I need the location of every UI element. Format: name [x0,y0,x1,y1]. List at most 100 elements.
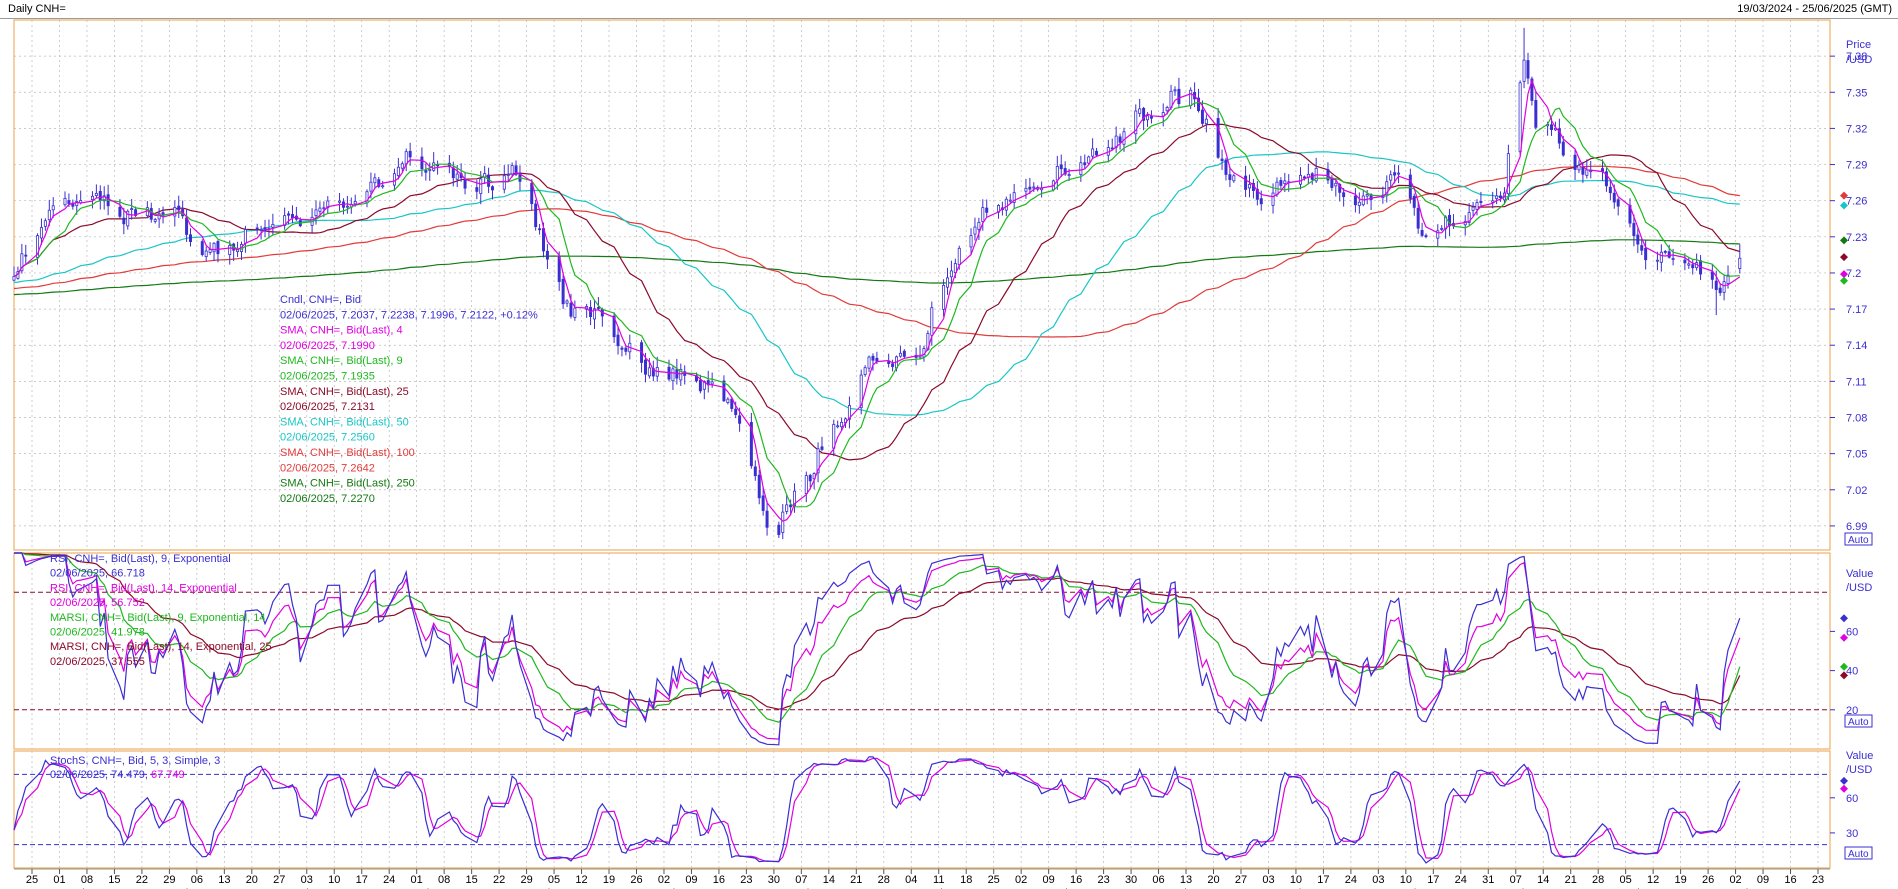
candle [816,442,820,483]
candle [1412,193,1416,216]
day-tick-label: 08 [81,874,93,886]
day-tick-label: 23 [1812,874,1824,886]
candle [620,345,624,357]
day-tick-label: 03 [1372,874,1384,886]
candle [859,369,863,415]
price-tick-label: 7.17 [1846,304,1867,316]
price-legend-line: 02/06/2025, 7.2270 [280,493,375,505]
stoch-axis: 60 30 [1830,793,1858,840]
candle [1534,91,1538,130]
candle [373,173,377,188]
candle [1055,155,1059,190]
price-tick-label: 6.99 [1846,521,1867,533]
candle [867,355,871,373]
stoch-legend-values: 02/06/2025, 74.479, 67.749 [50,769,185,781]
stoch-axis-title: Value [1846,750,1873,762]
candle [1012,184,1016,210]
day-tick-label: 27 [273,874,285,886]
candle [538,223,542,235]
candle [1161,103,1165,127]
day-tick-label: 24 [1345,874,1357,886]
day-tick-label: 29 [163,874,175,886]
candle [847,396,851,429]
candle [1177,77,1181,109]
rsi-legend-line: 02/06/2025, 37.555 [50,656,145,668]
candle [1616,197,1620,216]
rsi-grid [14,553,1830,749]
price-auto-button[interactable]: Auto [1844,532,1873,546]
price-legend-line: Cndl, CNH=, Bid [280,294,361,306]
candle [1091,138,1095,160]
price-legend-line: 02/06/2025, 7.2560 [280,432,375,444]
candle [130,199,134,220]
day-tick-label: 17 [356,874,368,886]
day-tick-label: 16 [1070,874,1082,886]
candle [408,142,412,166]
candle [326,196,330,214]
candle [463,171,467,195]
day-tick-label: 09 [685,874,697,886]
stoch-k [13,756,1741,864]
stoch-auto-button[interactable]: Auto [1844,846,1873,860]
day-tick-label: 05 [1620,874,1632,886]
day-tick-label: 04 [905,874,917,886]
candle [1695,253,1699,271]
day-tick-label: 06 [191,874,203,886]
price-axis: 7.387.357.327.297.267.237.27.177.147.117… [1830,51,1867,533]
candle [63,191,67,207]
rsi-panel-frame [13,552,1831,750]
candle [1220,149,1224,170]
stoch-last-value-markers [1840,776,1848,793]
candle [377,176,381,189]
candle [102,186,106,210]
candle [1310,172,1314,185]
candle [51,197,55,218]
day-tick-label: 25 [988,874,1000,886]
sma-last-marker [1840,253,1848,262]
candle [706,370,710,393]
candle [942,279,946,317]
candle [1224,157,1228,181]
day-tick-label: 30 [1125,874,1137,886]
candle [12,266,16,282]
stoch-legend: StochS, CNH=, Bid, 5, 3, Simple, 3 02/06… [50,755,220,781]
sma-4 [13,78,1741,522]
chart-window: Daily CNH= 19/03/2024 - 25/06/2025 (GMT)… [0,0,1898,889]
candle [1628,198,1632,228]
day-tick-label: 21 [1565,874,1577,886]
day-tick-label: 14 [1537,874,1549,886]
candle [212,242,216,262]
sma-250 [13,239,1740,296]
candle [891,359,895,372]
sma-25-line [13,123,1740,461]
price-legend-line: 02/06/2025, 7.1935 [280,371,375,383]
price-legend-line: 02/06/2025, 7.2037, 7.2238, 7.1996, 7.21… [280,309,538,321]
candle [424,163,428,181]
price-legend-line: SMA, CNH=, Bid(Last), 25 [280,386,409,398]
day-tick-label: 16 [713,874,725,886]
candle [1659,244,1663,272]
candle [675,358,679,385]
day-tick-label: 18 [960,874,972,886]
price-legend-line: SMA, CNH=, Bid(Last), 250 [280,478,415,490]
price-legend-line: SMA, CNH=, Bid(Last), 100 [280,447,415,459]
candle [404,148,408,172]
candle [1518,80,1522,156]
candle [820,436,824,452]
price-legend-line: SMA, CNH=, Bid(Last), 50 [280,416,409,428]
rsi-auto-button[interactable]: Auto [1844,714,1873,728]
candle [1059,154,1063,178]
stoch-last-marker [1840,776,1848,785]
price-tick-label: 7.32 [1846,123,1867,135]
day-tick-label: 16 [1784,874,1796,886]
candle [793,483,797,513]
candle [898,345,902,358]
sma-9 [13,101,1740,508]
chart-canvas[interactable]: 7.387.357.327.297.267.237.27.177.147.117… [0,18,1898,889]
candle [1389,170,1393,188]
candle [232,242,236,261]
candle [671,365,675,390]
day-tick-label: 30 [768,874,780,886]
candle [1424,233,1428,239]
rsi-legend-line: MARSI, CNH=, Bid(Last), 14, Exponential,… [50,641,272,653]
